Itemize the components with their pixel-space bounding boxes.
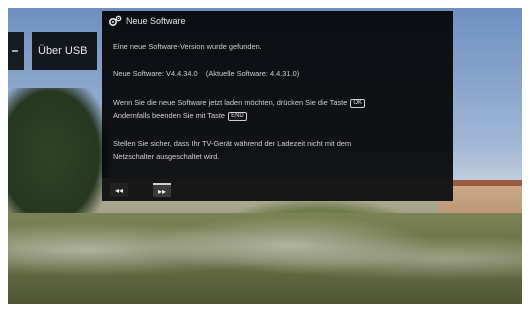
- menu-marker-bar: [12, 50, 18, 52]
- rewind-icon: ◂◂: [114, 185, 124, 195]
- instruction-text-2: Andernfalls beenden Sie mit Taste: [113, 111, 226, 120]
- background-shrubs: [8, 213, 522, 304]
- menu-item-label: Über USB: [38, 45, 88, 57]
- current-software-version: 4.4.31.0): [269, 69, 300, 78]
- new-software-version: V4.4.34.0: [166, 69, 198, 78]
- software-update-dialog: Neue Software Eine neue Software-Version…: [102, 11, 453, 201]
- gears-icon: [108, 15, 122, 27]
- dialog-title: Neue Software: [126, 16, 186, 26]
- new-software-label: Neue Software:: [113, 69, 164, 78]
- dialog-line-found: Eine neue Software-Version wurde gefunde…: [113, 42, 262, 51]
- menu-item-ueber-usb[interactable]: Über USB: [32, 32, 97, 70]
- dialog-line-instruction-1: Wenn Sie die neue Software jetzt laden m…: [113, 96, 366, 109]
- fast-forward-icon: ▸▸: [157, 186, 167, 196]
- tv-screen: Über USB Neue Software Eine neue Softwar…: [8, 8, 522, 304]
- dialog-line-versions: Neue Software: V4.4.34.0 (Aktuelle Softw…: [113, 67, 299, 80]
- dialog-line-warning-1: Stellen Sie sicher, dass Ihr TV-Gerät wä…: [113, 139, 352, 148]
- dialog-line-warning-2: Netzschalter ausgeschaltet wird.: [113, 152, 220, 161]
- end-key-icon: END: [228, 111, 247, 121]
- current-software-label: (Aktuelle Software:: [205, 69, 268, 78]
- back-button[interactable]: ◂◂: [110, 183, 128, 197]
- menu-previous-item[interactable]: [8, 32, 24, 70]
- dialog-line-instruction-2: Andernfalls beenden Sie mit Taste END: [113, 109, 248, 122]
- next-button[interactable]: ▸▸: [153, 183, 171, 197]
- ok-key-icon: OK: [350, 98, 366, 108]
- instruction-text-1: Wenn Sie die neue Software jetzt laden m…: [113, 98, 348, 107]
- dialog-header: Neue Software: [102, 11, 453, 31]
- dialog-footer: ◂◂ ▸▸: [102, 178, 453, 201]
